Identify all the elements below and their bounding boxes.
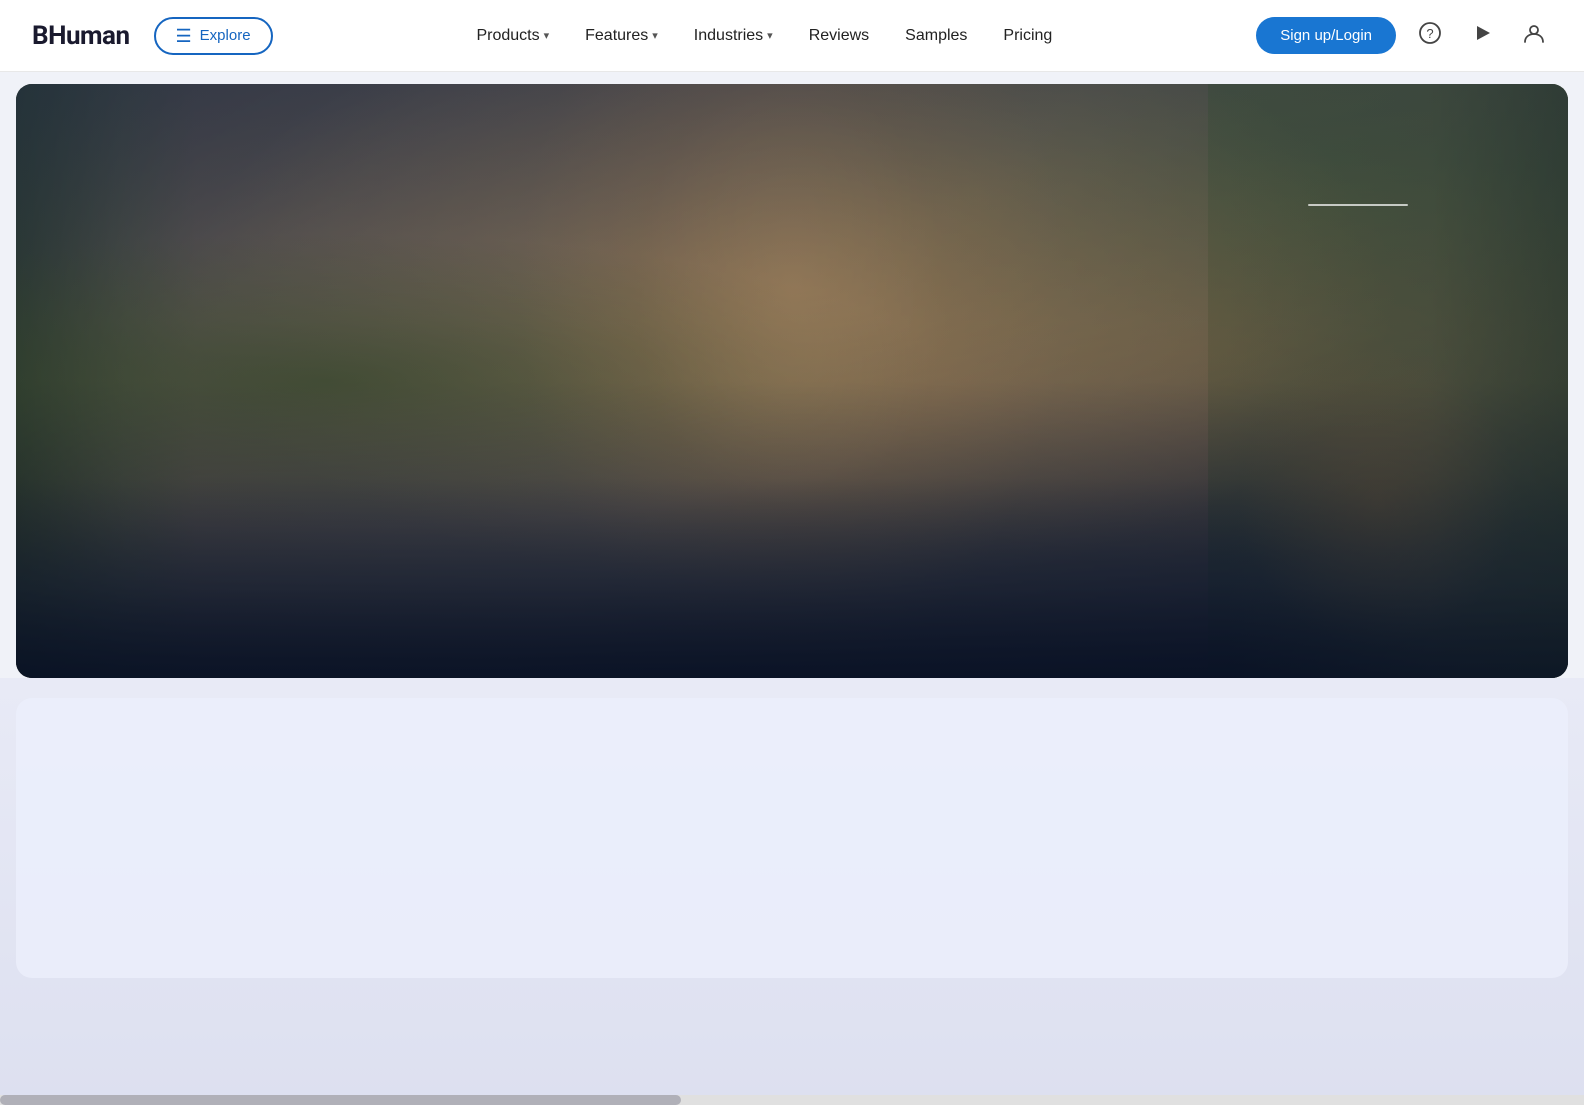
- scrollbar-container: [0, 1095, 1584, 1105]
- nav-center: Products ▾ Features ▾ Industries ▾ Revie…: [462, 19, 1066, 53]
- nav-left: BHuman ☰ Explore: [32, 17, 273, 55]
- nav-item-features[interactable]: Features ▾: [571, 19, 672, 53]
- indicator-line: [1308, 204, 1408, 206]
- industries-chevron-icon: ▾: [767, 29, 773, 42]
- products-chevron-icon: ▾: [544, 29, 550, 42]
- industries-label: Industries: [694, 27, 763, 45]
- reviews-label: Reviews: [809, 27, 869, 45]
- navbar: BHuman ☰ Explore Products ▾ Features ▾ I…: [0, 0, 1584, 72]
- explore-label: Explore: [200, 27, 251, 44]
- content-card: [16, 698, 1568, 978]
- nav-right: Sign up/Login ?: [1256, 17, 1552, 54]
- play-button[interactable]: [1464, 18, 1500, 54]
- hero-overlay: [16, 84, 1568, 678]
- nav-item-reviews[interactable]: Reviews: [795, 19, 883, 53]
- explore-button[interactable]: ☰ Explore: [154, 17, 273, 55]
- signup-button[interactable]: Sign up/Login: [1256, 17, 1396, 54]
- hamburger-icon: ☰: [176, 27, 192, 45]
- nav-item-industries[interactable]: Industries ▾: [680, 19, 787, 53]
- features-chevron-icon: ▾: [652, 29, 658, 42]
- nav-item-products[interactable]: Products ▾: [462, 19, 563, 53]
- user-profile-button[interactable]: [1516, 18, 1552, 54]
- help-button[interactable]: ?: [1412, 18, 1448, 54]
- hero-section: [16, 84, 1568, 678]
- help-icon: ?: [1419, 22, 1441, 50]
- products-label: Products: [476, 27, 539, 45]
- nav-item-samples[interactable]: Samples: [891, 19, 981, 53]
- features-label: Features: [585, 27, 648, 45]
- svg-text:?: ?: [1426, 26, 1433, 41]
- samples-label: Samples: [905, 27, 967, 45]
- nav-item-pricing[interactable]: Pricing: [989, 19, 1066, 53]
- user-icon: [1523, 22, 1545, 50]
- scrollbar-thumb[interactable]: [0, 1095, 681, 1105]
- pricing-label: Pricing: [1003, 27, 1052, 45]
- below-hero-section: [0, 678, 1584, 1098]
- play-icon: [1472, 23, 1492, 49]
- brand-logo[interactable]: BHuman: [32, 21, 130, 51]
